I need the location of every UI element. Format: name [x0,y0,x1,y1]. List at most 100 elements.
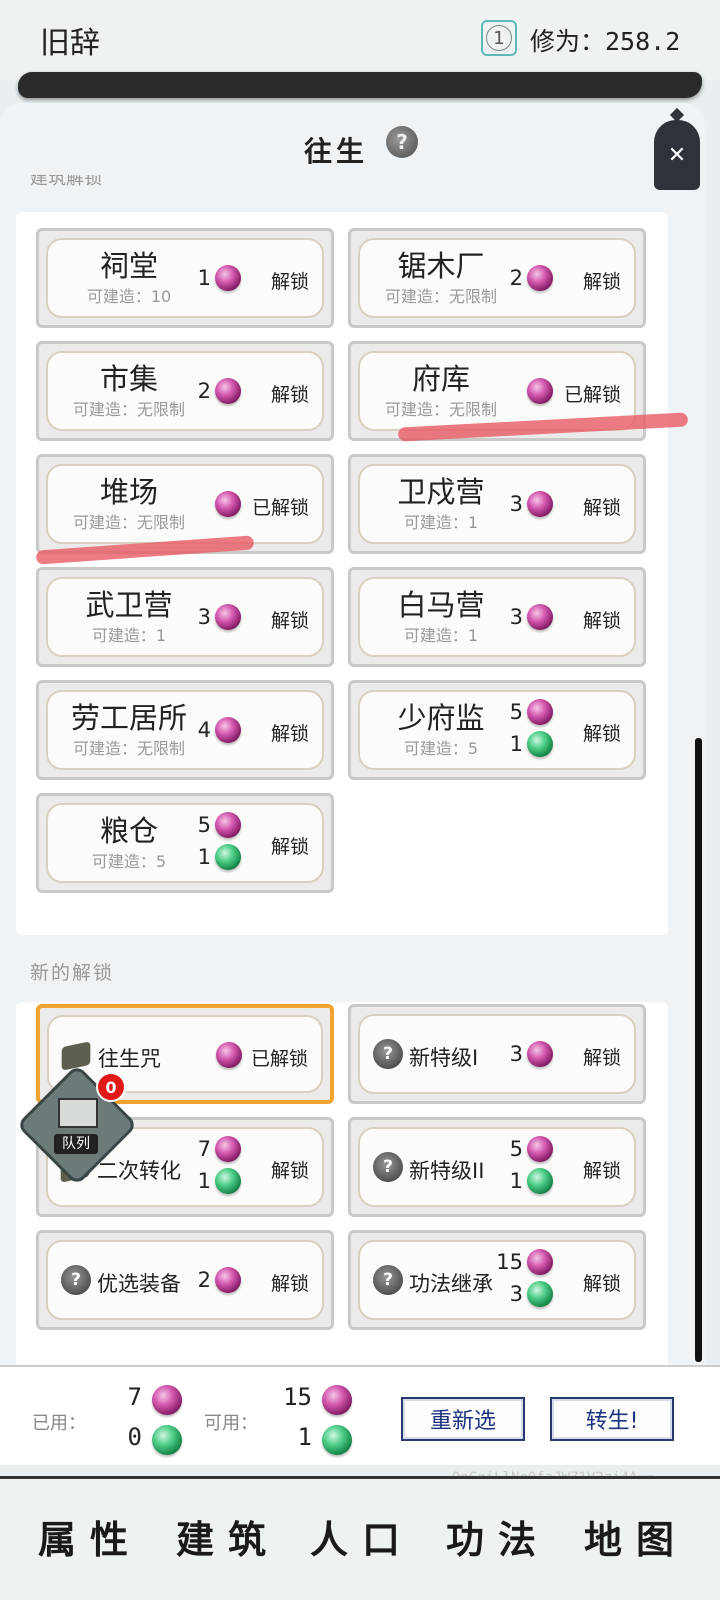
build-limit: 可建造：1 [403,626,479,645]
building-name: 堆场 [99,475,158,509]
new-unlock-area: 往生咒 已解锁? 新特级I 3 解锁 二次转化 7 1 解锁? 新特级II 5 1 解锁? 优选装备 2 解锁… [16,1002,668,1380]
unlock-button[interactable]: 解锁 [271,1269,309,1296]
cost-row: 1 [501,731,553,757]
unlock-button[interactable]: 解锁 [583,1156,621,1183]
reselect-button[interactable]: 重新选 [401,1397,525,1441]
building-card[interactable]: 粮仓 可建造：5 5 1 解锁 [36,793,334,893]
pink-orb-icon [215,491,241,517]
cost-row: 2 [501,265,553,291]
pink-orb-icon [215,1136,241,1162]
cost-amount: 1 [197,266,211,290]
unlock-card[interactable]: ? 功法继承 15 3 解锁 [348,1230,646,1330]
pink-orb-icon [215,812,241,838]
unlock-button[interactable]: 解锁 [271,267,309,294]
pink-orb-icon [527,265,553,291]
unlock-button[interactable]: 解锁 [583,1043,621,1070]
unlock-button[interactable]: 解锁 [271,719,309,746]
nav-tab-buildings[interactable]: 建筑 [169,1509,280,1577]
cost-amount: 1 [197,1169,211,1193]
unlock-button[interactable]: 解锁 [271,832,309,859]
nav-tab-population[interactable]: 人口 [310,1509,414,1564]
building-name: 府库 [411,362,470,396]
cost-amount: 7 [197,1137,211,1161]
close-icon: ✕ [667,142,687,168]
nav-tab-attributes[interactable]: 属性 [38,1509,142,1564]
cost-amount: 5 [197,813,211,837]
question-mark-icon[interactable]: ? [386,126,418,158]
nav-tab-map[interactable]: 地图 [584,1509,688,1564]
building-name: 卫戍营 [397,475,485,509]
unlocked-status: 已解锁 [251,497,309,519]
building-card[interactable]: 少府监 可建造：5 5 1 解锁 [348,680,646,780]
unlock-name: 优选装备 [97,1272,181,1296]
unlock-card[interactable]: ? 优选装备 2 解锁 [36,1230,334,1330]
panel-title: 往生 [304,135,369,168]
cost-amount: 3 [197,605,211,629]
unlock-button[interactable]: 解锁 [583,606,621,633]
cost-row [527,378,553,404]
close-button[interactable]: ✕ [654,120,700,190]
cost-amount: 2 [197,1268,211,1292]
question-mark-icon: ? [373,1039,403,1069]
rebirth-button[interactable]: 转生! [550,1397,674,1441]
building-name: 市集 [99,362,158,396]
building-card[interactable]: 堆场 可建造：无限制 已解锁 [36,454,334,554]
building-card[interactable]: 市集 可建造：无限制 2 解锁 [36,341,334,441]
building-card[interactable]: 锯木厂 可建造：无限制 2 解锁 [348,228,646,328]
green-orb-icon [527,731,553,757]
building-card[interactable]: 武卫营 可建造：1 3 解锁 [36,567,334,667]
question-mark-icon: ? [373,1265,403,1295]
unlock-button[interactable]: 解锁 [271,1156,309,1183]
available-pink-amount: 15 [283,1383,312,1411]
green-orb-icon [527,1281,553,1307]
unlock-card[interactable]: ? 新特级I 3 解锁 [348,1004,646,1104]
building-card[interactable]: 白马营 可建造：1 3 解锁 [348,567,646,667]
pink-orb-icon [152,1385,182,1415]
cost-row: 1 [501,1168,553,1194]
cost-amount: 4 [197,718,211,742]
cost-row: 5 [501,1136,553,1162]
cost-row [216,1042,242,1068]
building-name: 锯木厂 [397,249,485,283]
unlock-name: 二次转化 [97,1159,181,1183]
unlocked-status: 已解锁 [563,384,621,406]
building-card[interactable]: 祠堂可建造：10 1 解锁 [36,228,334,328]
building-card[interactable]: 劳工居所 可建造：无限制 4 解锁 [36,680,334,780]
pink-orb-icon [216,1042,242,1068]
building-card[interactable]: 卫戍营 可建造：1 3 解锁 [348,454,646,554]
cost-amount: 5 [509,1137,523,1161]
pink-orb-icon [527,1249,553,1275]
unlock-button[interactable]: 解锁 [583,719,621,746]
pink-orb-icon [215,1267,241,1293]
cost-row: 3 [501,1281,553,1307]
cost-row: 2 [189,1267,241,1293]
building-name: 粮仓 [99,814,158,848]
cost-row: 3 [501,604,553,630]
unlock-button[interactable]: 解锁 [271,606,309,633]
available-label: 可用： [204,1413,258,1434]
cost-row: 3 [501,1041,553,1067]
available-green-amount: 1 [297,1423,312,1451]
building-name: 祠堂 [99,249,158,283]
unlock-button[interactable]: 解锁 [583,267,621,294]
unlock-name: 往生咒 [98,1047,161,1071]
pink-orb-icon [215,604,241,630]
nav-tab-techniques[interactable]: 功法 [446,1509,550,1564]
build-limit: 可建造：10 [86,287,172,306]
cost-amount: 2 [509,266,523,290]
pink-orb-icon [527,378,553,404]
building-unlock-area: 祠堂 可建造：10 1 解锁 锯木厂 可建造：无限制 2 解锁 市集 可建造：无限制 2 解锁 府库 可建… [16,212,668,935]
unlock-button[interactable]: 解锁 [583,493,621,520]
cost-row: 1 [189,265,241,291]
building-name: 少府监 [397,701,485,735]
unlock-name: 新特级II [409,1159,485,1183]
cost-amount: 3 [509,1282,523,1306]
level-badge[interactable]: 1 [481,20,517,56]
scrollbar[interactable] [695,738,702,1362]
green-orb-icon [322,1425,352,1455]
unlock-button[interactable]: 解锁 [271,380,309,407]
unlock-button[interactable]: 解锁 [583,1269,621,1296]
unlock-card[interactable]: ? 新特级II 5 1 解锁 [348,1117,646,1217]
cost-row: 3 [501,491,553,517]
build-limit: 可建造：无限制 [72,739,185,758]
